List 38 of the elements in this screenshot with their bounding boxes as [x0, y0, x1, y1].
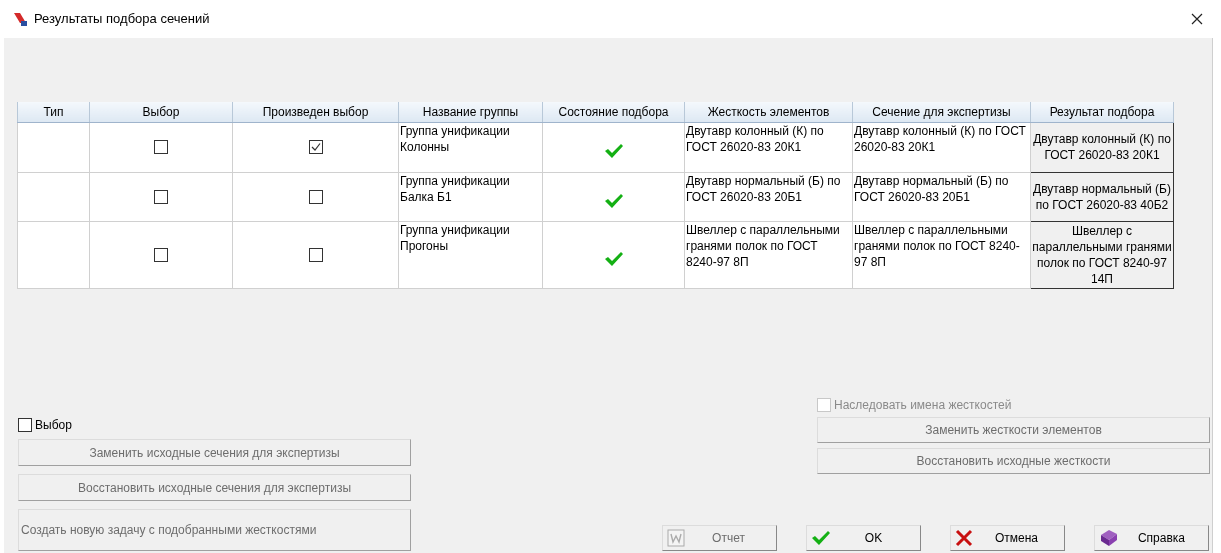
checkmark-icon: [811, 530, 831, 546]
dialog-button[interactable]: Отмена: [950, 525, 1065, 551]
column-header[interactable]: Произведен выбор: [232, 102, 399, 122]
checkbox[interactable]: [308, 140, 323, 154]
table-cell: Двутавр колонный (К) по ГОСТ 26020-83 20К1: [852, 122, 1031, 172]
table-cell: Двутавр нормальный (Б) по ГОСТ 26020-83 20Б1: [852, 172, 1031, 221]
window-title: Результаты подбора сечений: [34, 10, 210, 29]
checkbox[interactable]: [154, 247, 168, 262]
table-cell: Двутавр колонный (К) по ГОСТ 26020-83 20К1: [684, 122, 853, 172]
checkbox[interactable]: [18, 418, 32, 432]
column-header[interactable]: Сечение для экспертизы: [852, 102, 1031, 122]
checkbox[interactable]: [308, 189, 323, 204]
table-cell: Швеллер с параллельными гранями полок по ГОСТ 8240-97 8П: [852, 221, 1031, 288]
column-header[interactable]: Состояние подбора: [542, 102, 685, 122]
checkbox[interactable]: [154, 189, 168, 204]
table-cell: Двутавр колонный (К) по ГОСТ 26020-83 20К1: [1030, 122, 1174, 172]
table-cell: Швеллер с параллельными гранями полок по ГОСТ 8240-97 8П: [684, 221, 853, 288]
dialog-button[interactable]: OK: [806, 525, 921, 551]
column-header[interactable]: Жесткость элементов: [684, 102, 853, 122]
app-logo-icon: [12, 11, 28, 27]
table-cell: Группа унификации Прогоны: [398, 221, 543, 288]
document-icon: [667, 529, 685, 547]
table-cell: Швеллер с параллельными гранями полок по ГОСТ 8240-97 14П: [1030, 221, 1174, 288]
dialog-button[interactable]: Справка: [1094, 525, 1209, 551]
checkbox[interactable]: [308, 247, 323, 262]
checkbox-label: Наследовать имена жесткостей: [834, 396, 1012, 414]
table-cell: Группа унификации Колонны: [398, 122, 543, 172]
column-header[interactable]: Тип: [17, 102, 90, 122]
table-cell: Группа унификации Балка Б1: [398, 172, 543, 221]
checkbox-label: Выбор: [35, 417, 72, 434]
table-cell: Двутавр нормальный (Б) по ГОСТ 26020-83 40Б2: [1030, 172, 1174, 221]
close-icon[interactable]: [1191, 13, 1203, 25]
column-header[interactable]: Название группы: [398, 102, 543, 122]
checkbox[interactable]: [154, 140, 168, 154]
table-cell: Двутавр нормальный (Б) по ГОСТ 26020-83 20Б1: [684, 172, 853, 221]
cross-icon: [955, 529, 973, 547]
column-header[interactable]: Выбор: [89, 102, 233, 122]
column-header[interactable]: Результат подбора: [1030, 102, 1174, 122]
